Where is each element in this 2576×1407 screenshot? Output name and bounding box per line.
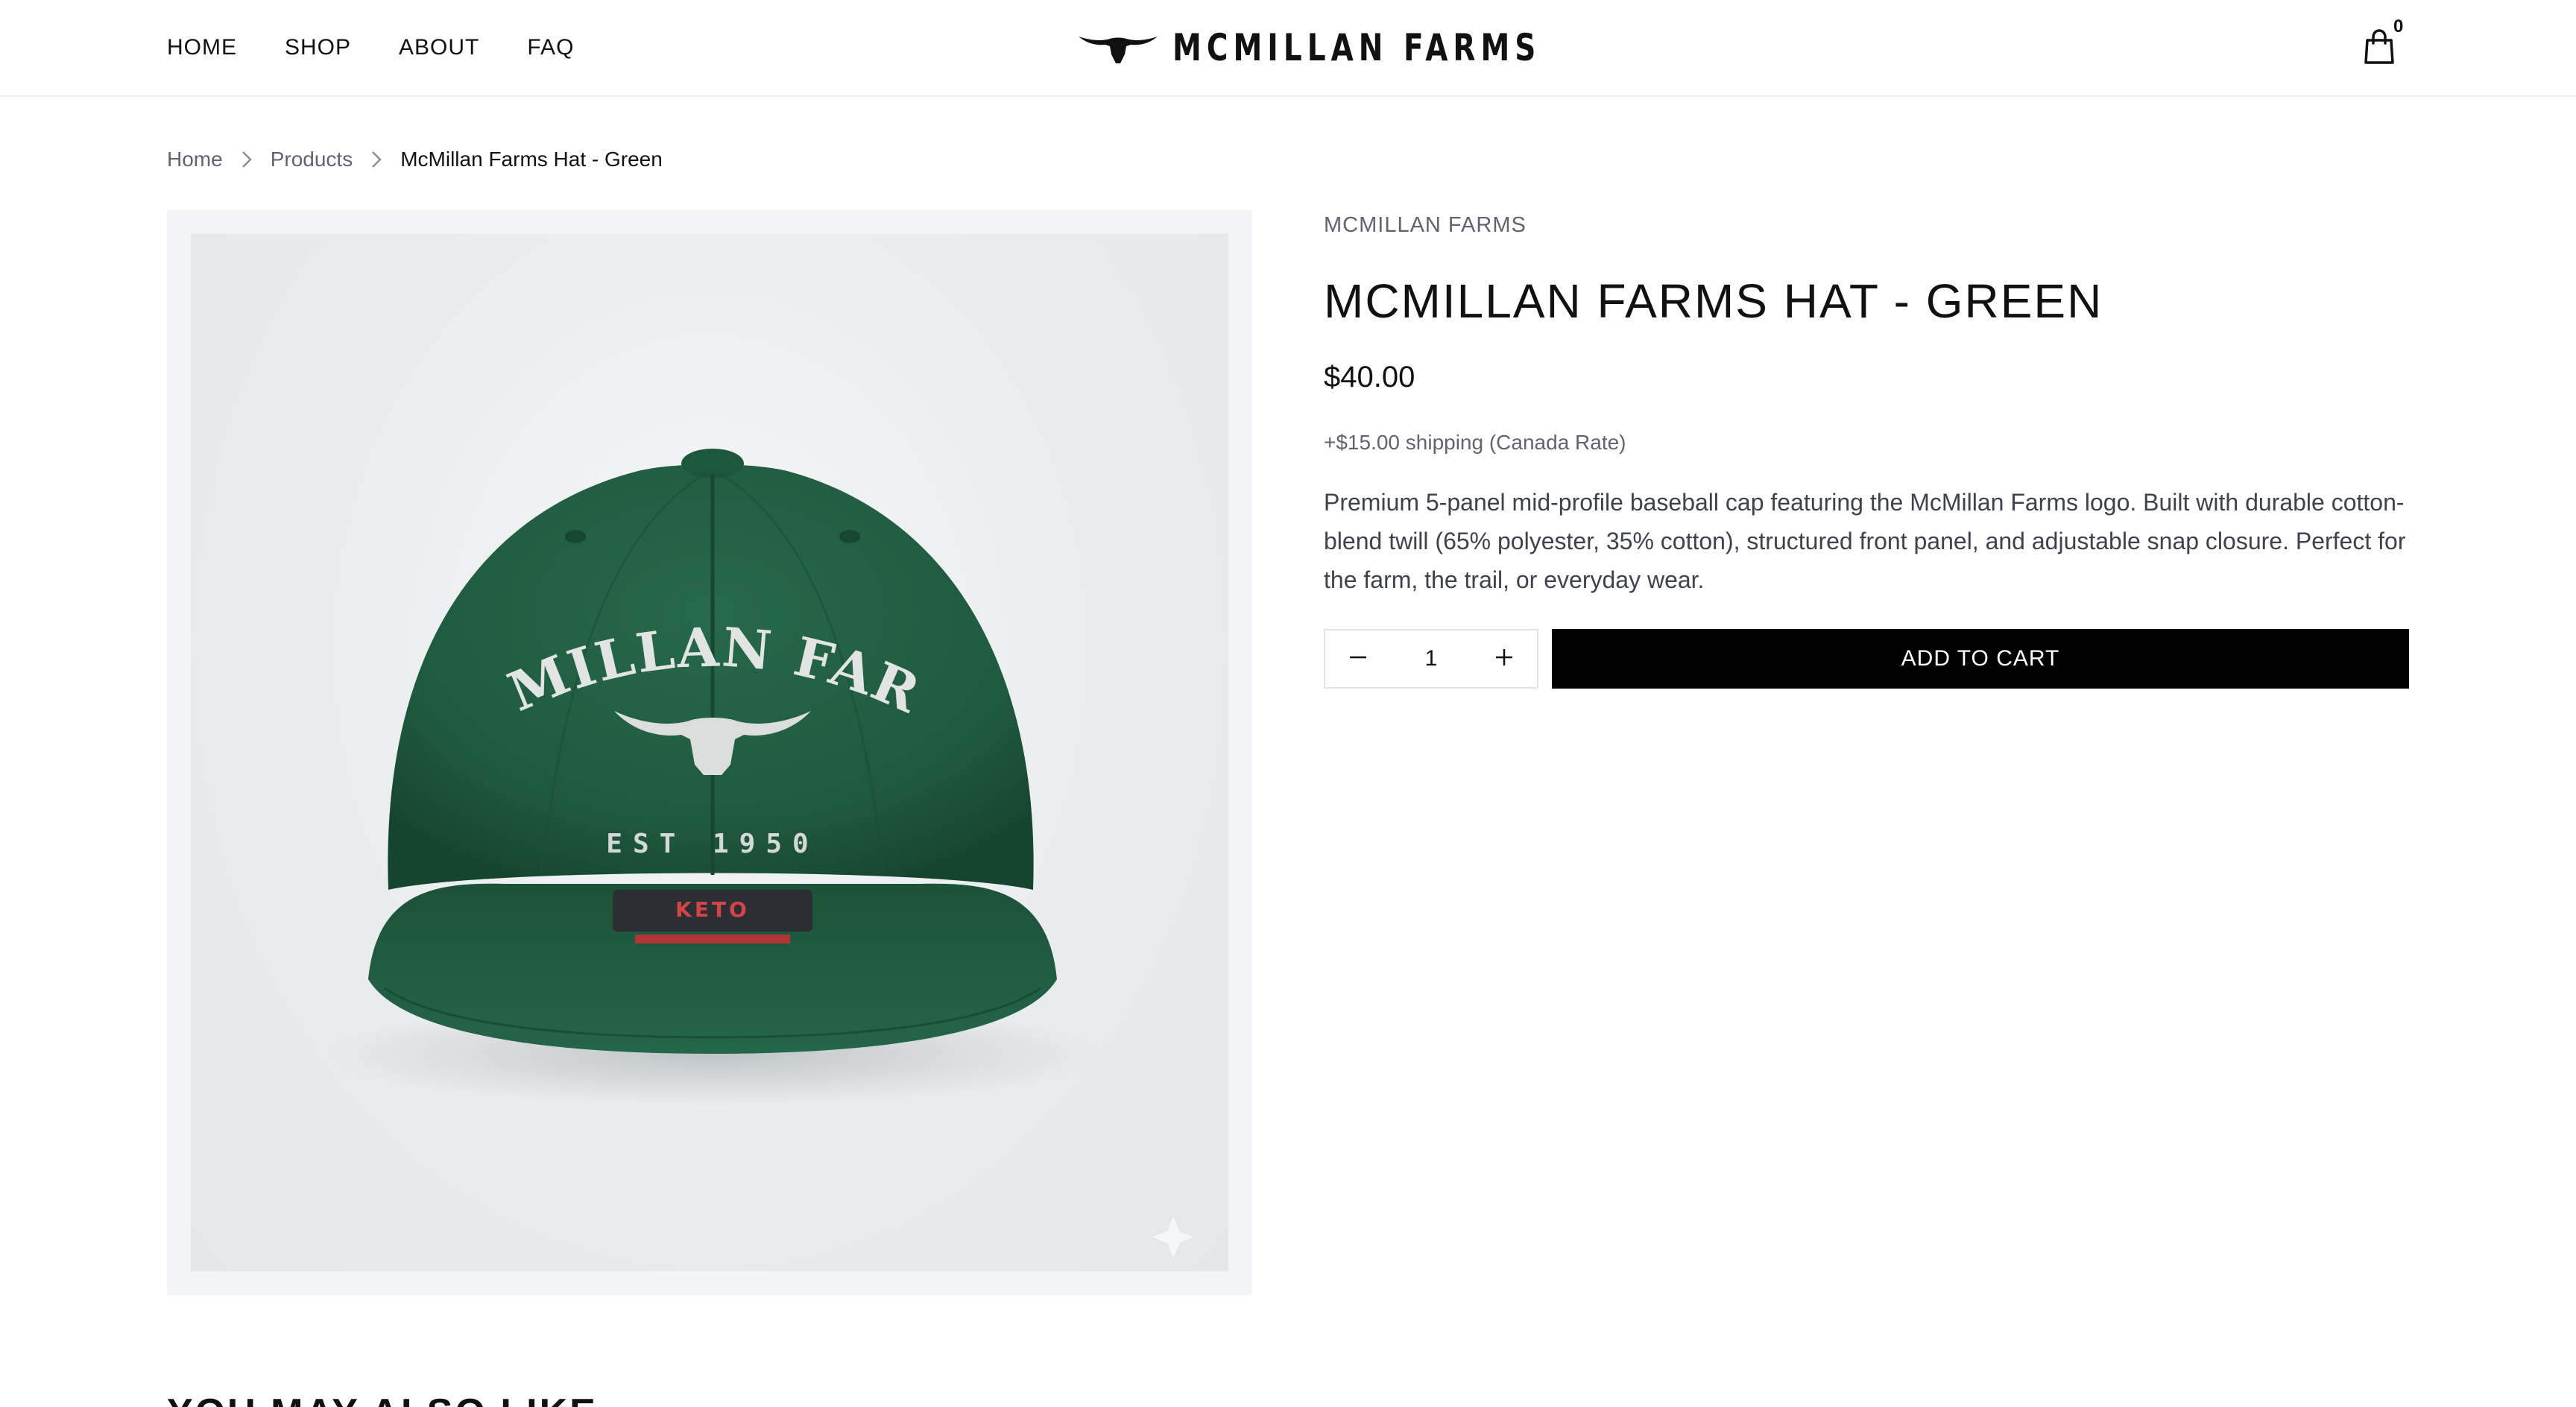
cart-button[interactable]	[2361, 28, 2397, 66]
minus-icon	[1348, 648, 1368, 671]
product-info: MCMILLAN FARMS MCMILLAN FARMS HAT - GREE…	[1324, 210, 2409, 689]
quantity-stepper: 1	[1324, 629, 1538, 689]
purchase-controls: 1 ADD TO CART	[1324, 629, 2409, 689]
product-vendor[interactable]: MCMILLAN FARMS	[1324, 210, 2409, 240]
site-header: HOME SHOP ABOUT FAQ MCMILLAN FARMS 0	[0, 0, 2576, 97]
breadcrumb-home[interactable]: Home	[167, 146, 223, 173]
product-price: $40.00	[1324, 361, 1415, 393]
plus-icon	[1494, 648, 1514, 671]
product-title: MCMILLAN FARMS HAT - GREEN	[1324, 274, 2103, 328]
hat-established-text: EST 1950	[606, 829, 818, 859]
related-products-heading: YOU MAY ALSO LIKE	[167, 1391, 598, 1407]
hat-illustration: MCMILLAN FARMS EST 1950 KETO	[191, 234, 1194, 1258]
chevron-right-icon	[239, 149, 254, 170]
product-photo: MCMILLAN FARMS EST 1950 KETO	[191, 234, 1228, 1271]
breadcrumb-products[interactable]: Products	[271, 146, 353, 173]
add-to-cart-button[interactable]: ADD TO CART	[1552, 629, 2409, 689]
product-page: HOME SHOP ABOUT FAQ MCMILLAN FARMS 0 Hom…	[0, 0, 2576, 1407]
chevron-right-icon	[369, 149, 384, 170]
main-nav: HOME SHOP ABOUT FAQ	[167, 33, 574, 63]
longhorn-icon	[1077, 29, 1159, 66]
cart-count-badge: 0	[2393, 16, 2404, 37]
product-description: Premium 5-panel mid-profile baseball cap…	[1324, 489, 2406, 593]
shipping-note: +$15.00 shipping (Canada Rate)	[1324, 431, 1626, 454]
nav-shop[interactable]: SHOP	[285, 33, 351, 63]
breadcrumb-current: McMillan Farms Hat - Green	[400, 148, 663, 171]
site-logo[interactable]: MCMILLAN FARMS	[1077, 24, 1645, 72]
increase-quantity-button[interactable]	[1492, 647, 1516, 671]
quantity-value[interactable]: 1	[1425, 646, 1438, 671]
shopping-bag-icon	[2361, 29, 2397, 69]
hat-tag-text: KETO	[675, 897, 750, 922]
nav-home[interactable]: HOME	[167, 33, 237, 63]
logo-text: MCMILLAN FARMS	[1172, 26, 1541, 69]
decrease-quantity-button[interactable]	[1346, 647, 1370, 671]
breadcrumb: Home Products McMillan Farms Hat - Green	[167, 146, 663, 173]
product-image-frame[interactable]: MCMILLAN FARMS EST 1950 KETO	[167, 210, 1252, 1295]
nav-faq[interactable]: FAQ	[527, 33, 574, 63]
nav-about[interactable]: ABOUT	[399, 33, 479, 63]
